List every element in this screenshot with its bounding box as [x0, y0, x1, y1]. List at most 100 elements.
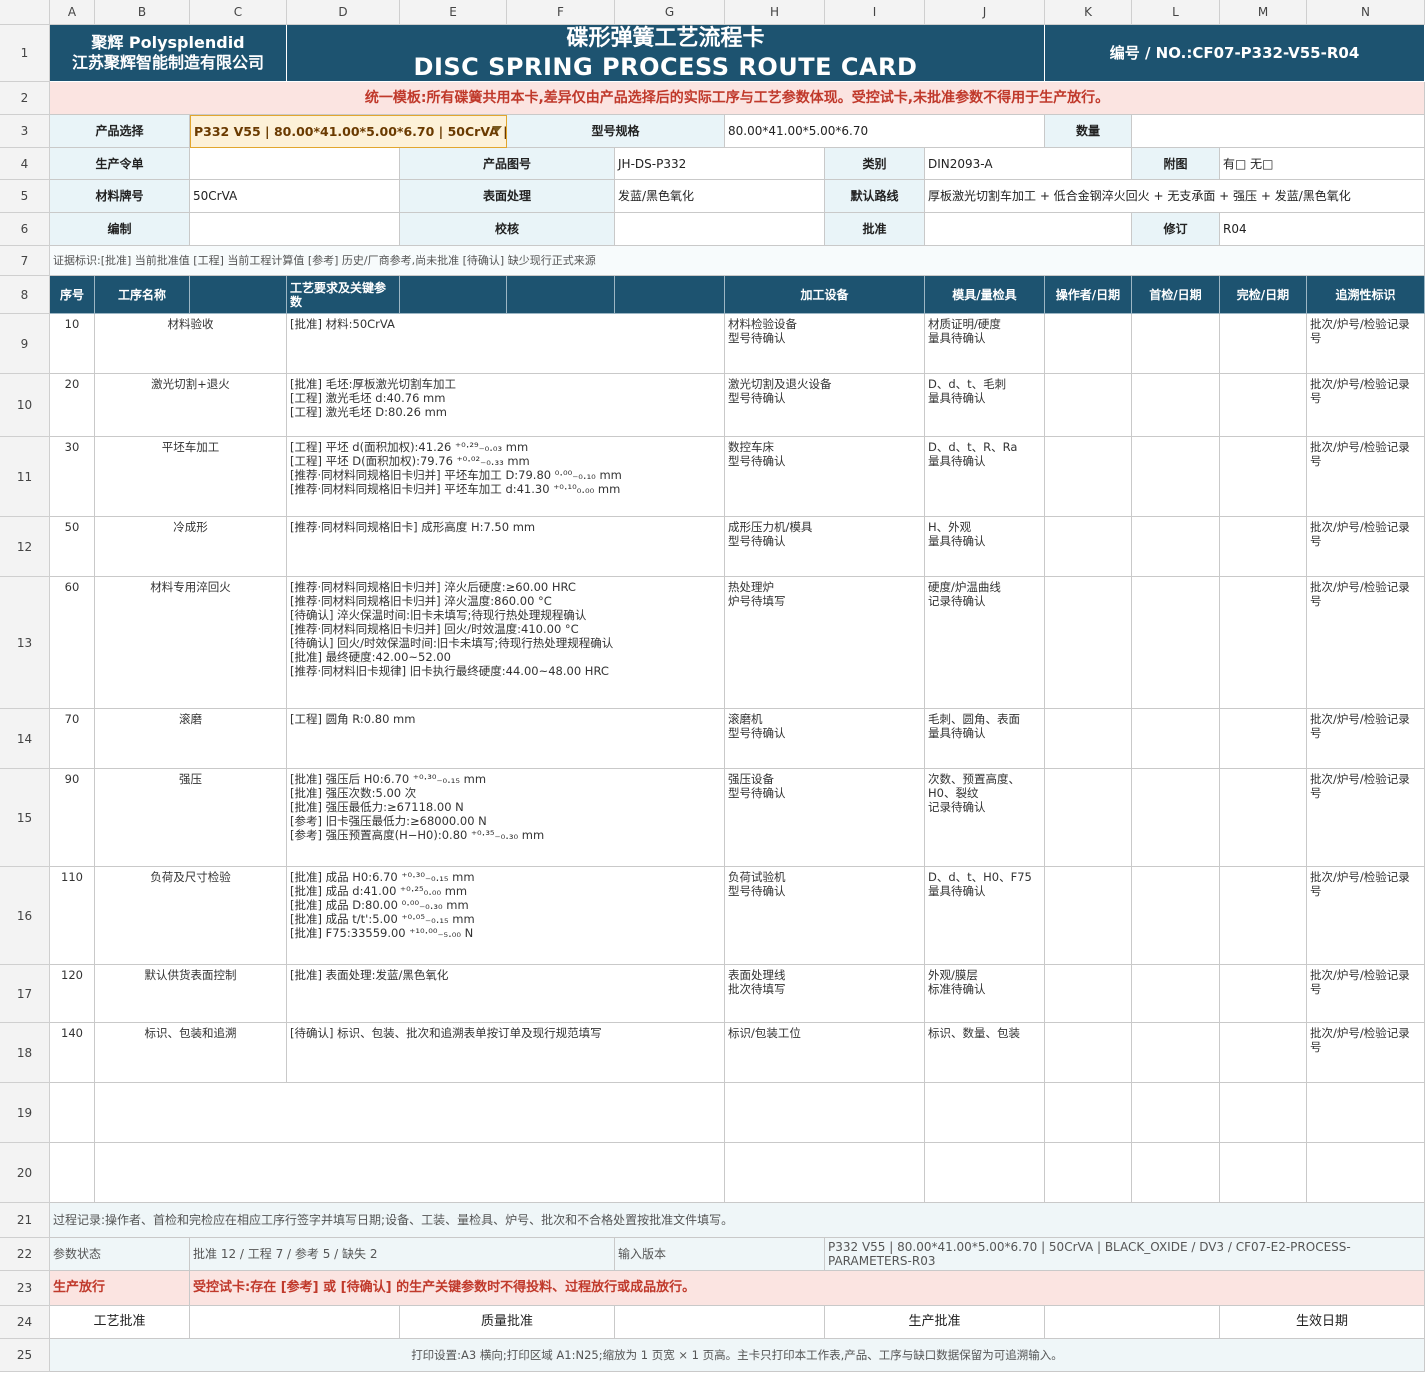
step-first-check[interactable] [1132, 709, 1220, 769]
step-tools[interactable]: D、d、t、毛刺 量具待确认 [925, 374, 1045, 437]
step-requirements[interactable]: [批准] 成品 H0:6.70 ⁺⁰·³⁰₋₀.₁₅ mm [批准] 成品 d:… [287, 867, 725, 965]
step-final-check[interactable] [1220, 769, 1307, 867]
row-header-6[interactable]: 6 [0, 213, 50, 246]
sign-effective-label[interactable]: 生效日期 [1220, 1306, 1425, 1339]
step-name[interactable]: 默认供货表面控制 [95, 965, 287, 1023]
row-header-1[interactable]: 1 [0, 25, 50, 82]
column-header-L[interactable]: L [1132, 0, 1220, 25]
model-value[interactable]: 80.00*41.00*5.00*6.70 [725, 115, 1045, 148]
step-operator[interactable] [1045, 437, 1132, 517]
revision-value[interactable]: R04 [1220, 213, 1425, 246]
empty-requirements[interactable] [95, 1083, 725, 1143]
step-traceability[interactable]: 批次/炉号/检验记录号 [1307, 769, 1425, 867]
empty-first-check[interactable] [1132, 1143, 1220, 1203]
row-header-15[interactable]: 15 [0, 769, 50, 867]
step-name[interactable]: 滚磨 [95, 709, 287, 769]
step-traceability[interactable]: 批次/炉号/检验记录号 [1307, 577, 1425, 709]
attach-value[interactable]: 有□ 无□ [1220, 148, 1425, 180]
row-header-12[interactable]: 12 [0, 517, 50, 577]
empty-first-check[interactable] [1132, 1083, 1220, 1143]
row-header-2[interactable]: 2 [0, 82, 50, 115]
step-final-check[interactable] [1220, 965, 1307, 1023]
step-traceability[interactable]: 批次/炉号/检验记录号 [1307, 437, 1425, 517]
step-traceability[interactable]: 批次/炉号/检验记录号 [1307, 374, 1425, 437]
column-header-K[interactable]: K [1045, 0, 1132, 25]
row-header-10[interactable]: 10 [0, 374, 50, 437]
qty-value[interactable] [1132, 115, 1425, 148]
empty-requirements[interactable] [95, 1143, 725, 1203]
step-seq[interactable]: 50 [50, 517, 95, 577]
empty-final-check[interactable] [1220, 1083, 1307, 1143]
step-tools[interactable]: 硬度/炉温曲线 记录待确认 [925, 577, 1045, 709]
step-operator[interactable] [1045, 314, 1132, 374]
material-value[interactable]: 50CrVA [190, 180, 400, 213]
step-operator[interactable] [1045, 965, 1132, 1023]
row-header-3[interactable]: 3 [0, 115, 50, 148]
step-traceability[interactable]: 批次/炉号/检验记录号 [1307, 709, 1425, 769]
company-name-cell[interactable]: 聚辉 Polysplendid 江苏聚辉智能制造有限公司 [50, 25, 287, 82]
order-value[interactable] [190, 148, 400, 180]
step-requirements[interactable]: [批准] 强压后 H0:6.70 ⁺⁰·³⁰₋₀.₁₅ mm [批准] 强压次数… [287, 769, 725, 867]
row-header-25[interactable]: 25 [0, 1339, 50, 1372]
step-seq[interactable]: 10 [50, 314, 95, 374]
step-requirements[interactable]: [推荐·同材料同规格旧卡] 成形高度 H:7.50 mm [287, 517, 725, 577]
empty-traceability[interactable] [1307, 1083, 1425, 1143]
step-equipment[interactable]: 数控车床 型号待确认 [725, 437, 925, 517]
sign-production-label[interactable]: 生产批准 [825, 1306, 1045, 1339]
empty-final-check[interactable] [1220, 1143, 1307, 1203]
step-seq[interactable]: 110 [50, 867, 95, 965]
row-header-17[interactable]: 17 [0, 965, 50, 1023]
step-equipment[interactable]: 激光切割及退火设备 型号待确认 [725, 374, 925, 437]
input-version-value[interactable]: P332 V55 | 80.00*41.00*5.00*6.70 | 50CrV… [825, 1238, 1425, 1271]
row-header-11[interactable]: 11 [0, 437, 50, 517]
row-header-22[interactable]: 22 [0, 1238, 50, 1271]
step-requirements[interactable]: [批准] 毛坯:厚板激光切割车加工 [工程] 激光毛坯 d:40.76 mm [… [287, 374, 725, 437]
drawing-value[interactable]: JH-DS-P332 [615, 148, 825, 180]
step-first-check[interactable] [1132, 867, 1220, 965]
step-seq[interactable]: 70 [50, 709, 95, 769]
step-first-check[interactable] [1132, 965, 1220, 1023]
sign-process-label[interactable]: 工艺批准 [50, 1306, 190, 1339]
step-seq[interactable]: 90 [50, 769, 95, 867]
input-version-label[interactable]: 输入版本 [615, 1238, 825, 1271]
step-name[interactable]: 材料验收 [95, 314, 287, 374]
check-value[interactable] [615, 213, 825, 246]
step-requirements[interactable]: [工程] 圆角 R:0.80 mm [287, 709, 725, 769]
step-tools[interactable]: 外观/膜层 标准待确认 [925, 965, 1045, 1023]
step-name[interactable]: 负荷及尺寸检验 [95, 867, 287, 965]
empty-tools[interactable] [925, 1083, 1045, 1143]
row-header-20[interactable]: 20 [0, 1143, 50, 1203]
column-header-C[interactable]: C [190, 0, 287, 25]
column-header-F[interactable]: F [507, 0, 615, 25]
route-value[interactable]: 厚板激光切割车加工 + 低合金钢淬火回火 + 无支承面 + 强压 + 发蓝/黑色… [925, 180, 1425, 213]
step-tools[interactable]: 次数、预置高度、H0、裂纹 记录待确认 [925, 769, 1045, 867]
sign-production-value[interactable] [1045, 1306, 1220, 1339]
step-requirements[interactable]: [待确认] 标识、包装、批次和追溯表单按订单及现行规范填写 [287, 1023, 725, 1083]
column-header-I[interactable]: I [825, 0, 925, 25]
step-final-check[interactable] [1220, 709, 1307, 769]
column-header-A[interactable]: A [50, 0, 95, 25]
step-operator[interactable] [1045, 709, 1132, 769]
param-status-label[interactable]: 参数状态 [50, 1238, 190, 1271]
step-final-check[interactable] [1220, 867, 1307, 965]
chevron-down-icon[interactable] [492, 126, 502, 132]
step-first-check[interactable] [1132, 517, 1220, 577]
step-operator[interactable] [1045, 577, 1132, 709]
step-operator[interactable] [1045, 374, 1132, 437]
step-seq[interactable]: 60 [50, 577, 95, 709]
step-name[interactable]: 激光切割+退火 [95, 374, 287, 437]
card-title-cell[interactable]: 碟形弹簧工艺流程卡 DISC SPRING PROCESS ROUTE CARD [287, 25, 1045, 82]
step-equipment[interactable]: 强压设备 型号待确认 [725, 769, 925, 867]
row-header-14[interactable]: 14 [0, 709, 50, 769]
step-tools[interactable]: D、d、t、H0、F75 量具待确认 [925, 867, 1045, 965]
sign-quality-value[interactable] [615, 1306, 825, 1339]
column-header-J[interactable]: J [925, 0, 1045, 25]
type-value[interactable]: DIN2093-A [925, 148, 1132, 180]
step-seq[interactable]: 20 [50, 374, 95, 437]
step-traceability[interactable]: 批次/炉号/检验记录号 [1307, 1023, 1425, 1083]
doc-number-cell[interactable]: 编号 / NO.:CF07-P332-V55-R04 [1045, 25, 1425, 82]
select-all-corner[interactable] [0, 0, 50, 25]
row-header-7[interactable]: 7 [0, 246, 50, 276]
step-equipment[interactable]: 热处理炉 炉号待填写 [725, 577, 925, 709]
compile-value[interactable] [190, 213, 400, 246]
